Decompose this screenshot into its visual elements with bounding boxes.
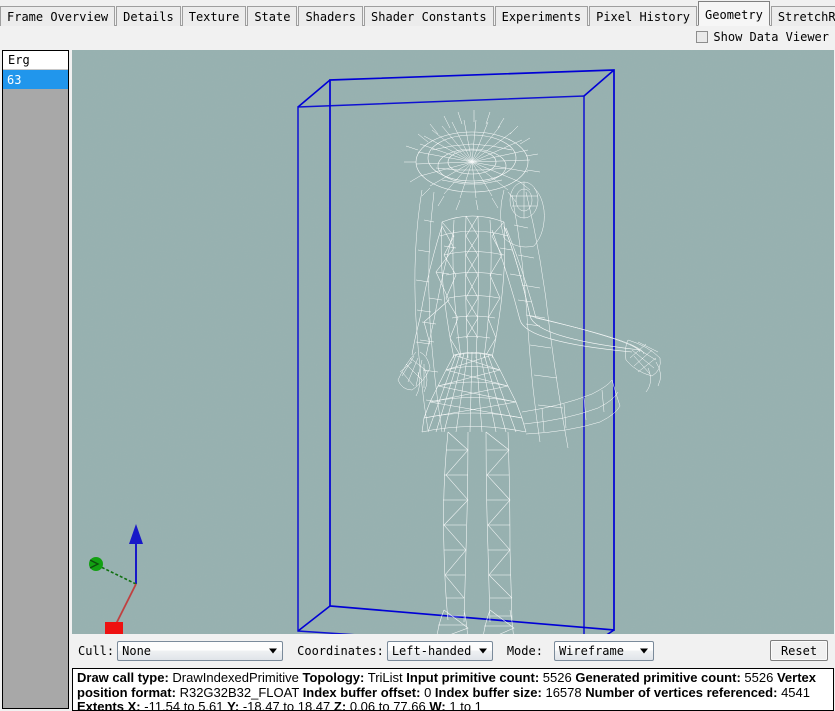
cull-label: Cull: (78, 644, 115, 658)
number-of-vertices-referenced-label: Number of vertices referenced (585, 684, 774, 700)
checkbox-icon[interactable] (696, 31, 709, 43)
index-buffer-size-value: 16578 (545, 684, 582, 700)
cull-dropdown[interactable]: None (117, 641, 284, 661)
draw-call-list-item-63[interactable]: 63 (3, 70, 68, 89)
extents-z-label: Z (333, 699, 342, 711)
topology-value: TriList (367, 670, 403, 685)
extents-y-value: -18.47 to 18.47 (242, 699, 331, 711)
coordinates-label: Coordinates: (297, 644, 384, 658)
show-data-viewer-label: Show Data Viewer (713, 30, 829, 44)
options-row: Show Data Viewer (0, 26, 835, 48)
reset-button[interactable]: Reset (770, 640, 828, 661)
mode-label: Mode: (506, 644, 543, 658)
extents-w-value: 1 to 1 (449, 699, 482, 711)
draw-call-type-value: DrawIndexedPrimitive (172, 670, 299, 685)
tab-experiments[interactable]: Experiments (494, 6, 589, 26)
coordinates-dropdown-value: Left-handed (391, 644, 472, 658)
tab-state[interactable]: State (247, 6, 298, 26)
extents-x-label: X (127, 699, 137, 711)
main-tab-bar: Frame Overview Details Texture State Sha… (0, 0, 835, 26)
index-buffer-offset-value: 0 (424, 684, 432, 700)
tab-details[interactable]: Details (116, 6, 181, 26)
extents-z-value: 0.06 to 77.66 (349, 699, 426, 711)
cull-dropdown-value: None (122, 644, 152, 658)
extents-w-label: W (429, 699, 442, 711)
mode-dropdown[interactable]: Wireframe (553, 641, 654, 661)
coordinates-dropdown[interactable]: Left-handed (386, 641, 493, 661)
axis-x-marker (105, 622, 123, 634)
number-of-vertices-referenced-value: 4541 (781, 684, 810, 700)
chevron-down-icon (639, 648, 648, 654)
extents-label: Extents (77, 699, 124, 711)
chevron-down-icon (269, 648, 278, 654)
chevron-down-icon (478, 648, 487, 654)
geometry-render-canvas[interactable] (72, 50, 834, 634)
topology-label: Topology (302, 670, 360, 685)
tab-frame-overview[interactable]: Frame Overview (0, 6, 116, 26)
index-buffer-offset-label: Index buffer offset (302, 684, 417, 700)
draw-call-type-label: Draw call type (77, 670, 165, 685)
tab-texture[interactable]: Texture (181, 6, 247, 26)
axis-y-marker (89, 557, 103, 571)
input-primitive-count-value: 5526 (542, 670, 572, 685)
tab-pixel-history[interactable]: Pixel History (589, 6, 698, 26)
input-primitive-count-label: Input primitive count (406, 670, 535, 685)
index-buffer-size-label: Index buffer size (434, 684, 538, 700)
geometry-control-bar: Cull: None Coordinates: Left-handed Mode… (72, 636, 834, 666)
generated-primitive-count-value: 5526 (744, 670, 774, 685)
viewport-dither (72, 50, 834, 634)
geometry-3d-viewport[interactable] (72, 50, 834, 634)
tab-shaders[interactable]: Shaders (298, 6, 364, 26)
tab-shader-constants[interactable]: Shader Constants (364, 6, 494, 26)
tab-geometry[interactable]: Geometry (698, 1, 770, 26)
draw-call-info-panel: Draw call type: DrawIndexedPrimitive Top… (72, 668, 834, 711)
generated-primitive-count-label: Generated primitive count (575, 670, 737, 685)
extents-y-label: Y (227, 699, 235, 711)
geometry-viewer-window: Frame Overview Details Texture State Sha… (0, 0, 835, 711)
draw-call-list-header: Erg (3, 51, 68, 70)
show-data-viewer-checkbox-row[interactable]: Show Data Viewer (696, 30, 829, 44)
vertex-position-format-value: R32G32B32_FLOAT (179, 684, 300, 700)
mode-dropdown-value: Wireframe (558, 644, 624, 658)
draw-call-list-panel[interactable]: Erg 63 (2, 50, 69, 709)
tab-stretchrect[interactable]: StretchRect (770, 6, 835, 26)
extents-x-value: -11.54 to 5.61 (144, 699, 224, 711)
